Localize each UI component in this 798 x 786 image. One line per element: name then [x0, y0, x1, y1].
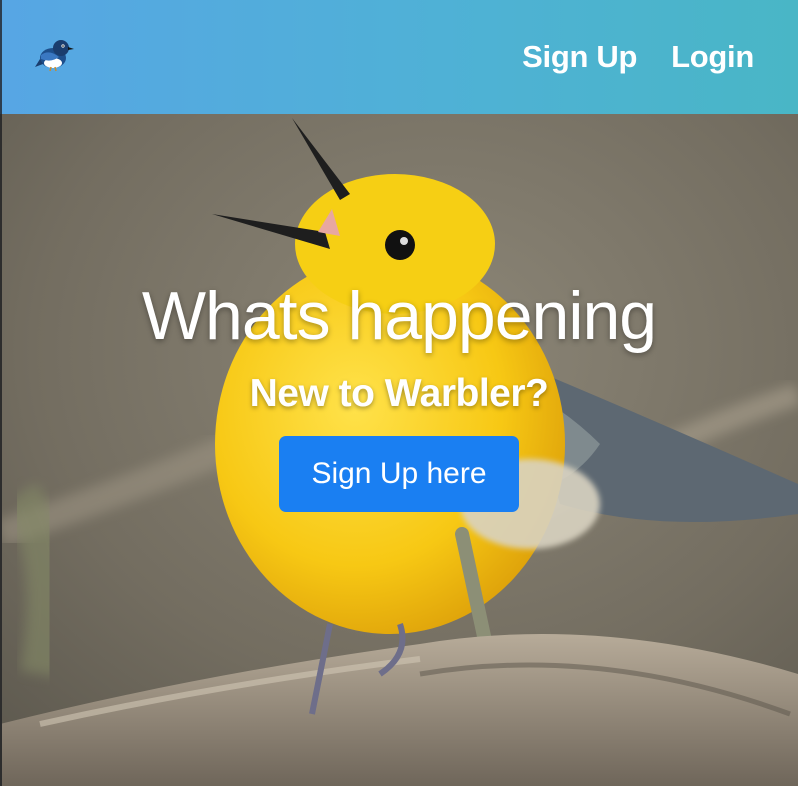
hero-title: Whats happening [141, 278, 657, 354]
nav-links: Sign Up Login [522, 39, 754, 75]
signup-here-button[interactable]: Sign Up here [279, 435, 519, 512]
hero-section: Whats happening New to Warbler? Sign Up … [0, 114, 798, 786]
hero-content: Whats happening New to Warbler? Sign Up … [0, 279, 798, 512]
nav-login-link[interactable]: Login [671, 39, 754, 75]
nav-signup-link[interactable]: Sign Up [522, 39, 637, 75]
brand-logo-link[interactable] [34, 36, 76, 78]
navbar: Sign Up Login [0, 0, 798, 114]
hero-subtitle: New to Warbler? [249, 371, 549, 415]
warbler-bird-icon [35, 37, 75, 78]
window-edge-divider [0, 114, 2, 786]
page: Sign Up Login Whats happening New to War… [0, 0, 798, 786]
